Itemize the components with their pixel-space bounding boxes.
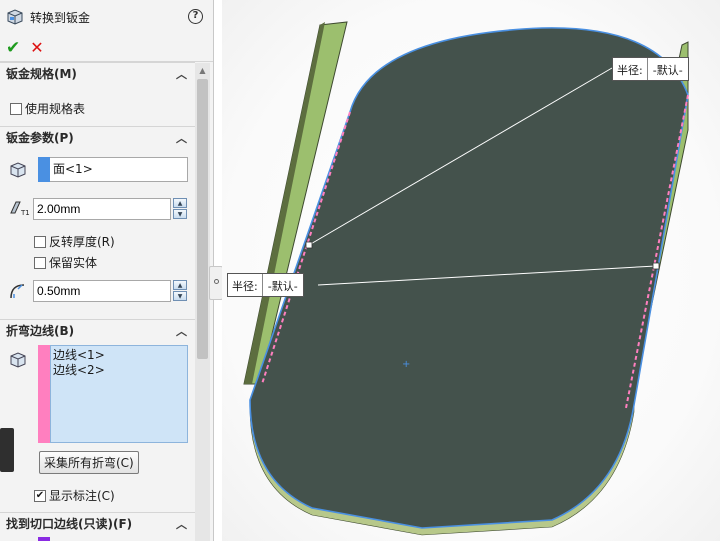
use-gauge-table-label: 使用规格表 (25, 102, 86, 116)
callout-label: 半径: (228, 274, 263, 296)
group-bend-edges-header[interactable]: 折弯边线(B) ︿ (0, 319, 195, 341)
cancel-icon[interactable]: ✕ (30, 38, 43, 57)
ok-icon[interactable]: ✔ (6, 38, 20, 58)
collapse-chevron-icon[interactable]: ︿ (176, 66, 187, 82)
group-params-header[interactable]: 钣金参数(P) ︿ (0, 126, 195, 148)
group-gauge: 钣金规格(M) ︿ 使用规格表 (0, 62, 195, 116)
collapse-chevron-icon[interactable]: ︿ (176, 323, 187, 339)
bend-radius-input[interactable] (33, 280, 171, 302)
side-slider-handle[interactable] (0, 428, 14, 472)
pm-header: 转换到钣金 (0, 0, 213, 34)
convert-to-sheetmetal-icon (7, 9, 23, 25)
checkbox-box[interactable] (10, 102, 22, 115)
collect-all-bends-button[interactable]: 采集所有折弯(C) (39, 451, 139, 474)
spin-down-icon[interactable]: ▼ (173, 291, 187, 301)
collapse-chevron-icon[interactable]: ︿ (176, 130, 187, 146)
grip-icon (214, 279, 219, 284)
bend-radius-icon (10, 284, 25, 299)
ok-cancel-row: ✔ ✕ (0, 34, 213, 62)
spin-up-icon[interactable]: ▲ (173, 198, 187, 208)
collapse-chevron-icon[interactable]: ︿ (176, 516, 187, 532)
callout-value[interactable]: -默认- (263, 274, 303, 296)
face-selection-color-tag (38, 157, 50, 182)
thickness-icon: T1 (10, 201, 30, 217)
keep-body-checkbox[interactable]: 保留实体 (34, 254, 97, 271)
bend-radius-spinner[interactable]: ▲ ▼ (173, 280, 188, 302)
property-manager: 转换到钣金 ? ✔ ✕ 钣金规格(M) ︿ 使用规格表 钣金参数(P) ︿ 面<… (0, 0, 214, 541)
svg-text:T1: T1 (20, 209, 30, 217)
scroll-up-icon[interactable]: ▲ (195, 63, 210, 79)
group-gauge-title: 钣金规格(M) (6, 67, 77, 81)
bend-radius-callout-2[interactable]: 半径: -默认- (227, 273, 304, 297)
bend-radius-callout-1[interactable]: 半径: -默认- (612, 57, 689, 81)
panel-resize-handle[interactable] (209, 266, 223, 300)
keep-body-label: 保留实体 (49, 256, 98, 270)
bend-edges-list[interactable]: 边线<1> 边线<2> (50, 345, 188, 443)
bend-edges-color-tag (38, 345, 50, 443)
group-rip-edges: 找到切口边线(只读)(F) ︿ (0, 512, 195, 534)
group-bend-edges: 折弯边线(B) ︿ (0, 319, 195, 341)
fixed-face-icon (10, 162, 26, 178)
use-gauge-table-checkbox[interactable]: 使用规格表 (10, 100, 85, 117)
scroll-thumb[interactable] (197, 79, 208, 359)
group-bend-edges-title: 折弯边线(B) (6, 324, 75, 338)
reverse-thickness-checkbox[interactable]: 反转厚度(R) (34, 233, 115, 250)
list-item[interactable]: 边线<1> (53, 348, 187, 363)
group-rip-edges-header[interactable]: 找到切口边线(只读)(F) ︿ (0, 512, 195, 534)
thickness-input[interactable] (33, 198, 171, 220)
list-item[interactable]: 边线<2> (53, 363, 187, 378)
group-gauge-header[interactable]: 钣金规格(M) ︿ (0, 62, 195, 84)
leader-anchor-2[interactable] (652, 262, 660, 270)
bend-edges-icon (10, 352, 26, 368)
spin-up-icon[interactable]: ▲ (173, 280, 187, 290)
origin-marker-icon: + (402, 359, 410, 370)
graphics-viewport[interactable]: + (222, 0, 720, 541)
checkbox-box[interactable] (34, 235, 46, 248)
model-canvas[interactable]: + (222, 0, 720, 541)
checkbox-box[interactable] (34, 256, 46, 269)
group-params-title: 钣金参数(P) (6, 131, 74, 145)
rip-edges-color-tag (38, 537, 50, 541)
spin-down-icon[interactable]: ▼ (173, 209, 187, 219)
pm-title: 转换到钣金 (30, 10, 91, 25)
checkbox-box[interactable]: ✔ (34, 489, 46, 502)
reverse-thickness-label: 反转厚度(R) (49, 235, 115, 249)
show-callouts-label: 显示标注(C) (49, 489, 115, 503)
help-icon[interactable]: ? (188, 9, 203, 24)
group-rip-edges-title: 找到切口边线(只读)(F) (6, 517, 133, 531)
callout-label: 半径: (613, 58, 648, 80)
pm-scrollbar[interactable]: ▲ (195, 63, 210, 541)
callout-value[interactable]: -默认- (648, 58, 688, 80)
fixed-face-selection[interactable]: 面<1> (50, 157, 188, 182)
leader-anchor-1[interactable] (305, 241, 313, 249)
show-callouts-checkbox[interactable]: ✔ 显示标注(C) (34, 487, 115, 504)
thickness-spinner[interactable]: ▲ ▼ (173, 198, 188, 220)
